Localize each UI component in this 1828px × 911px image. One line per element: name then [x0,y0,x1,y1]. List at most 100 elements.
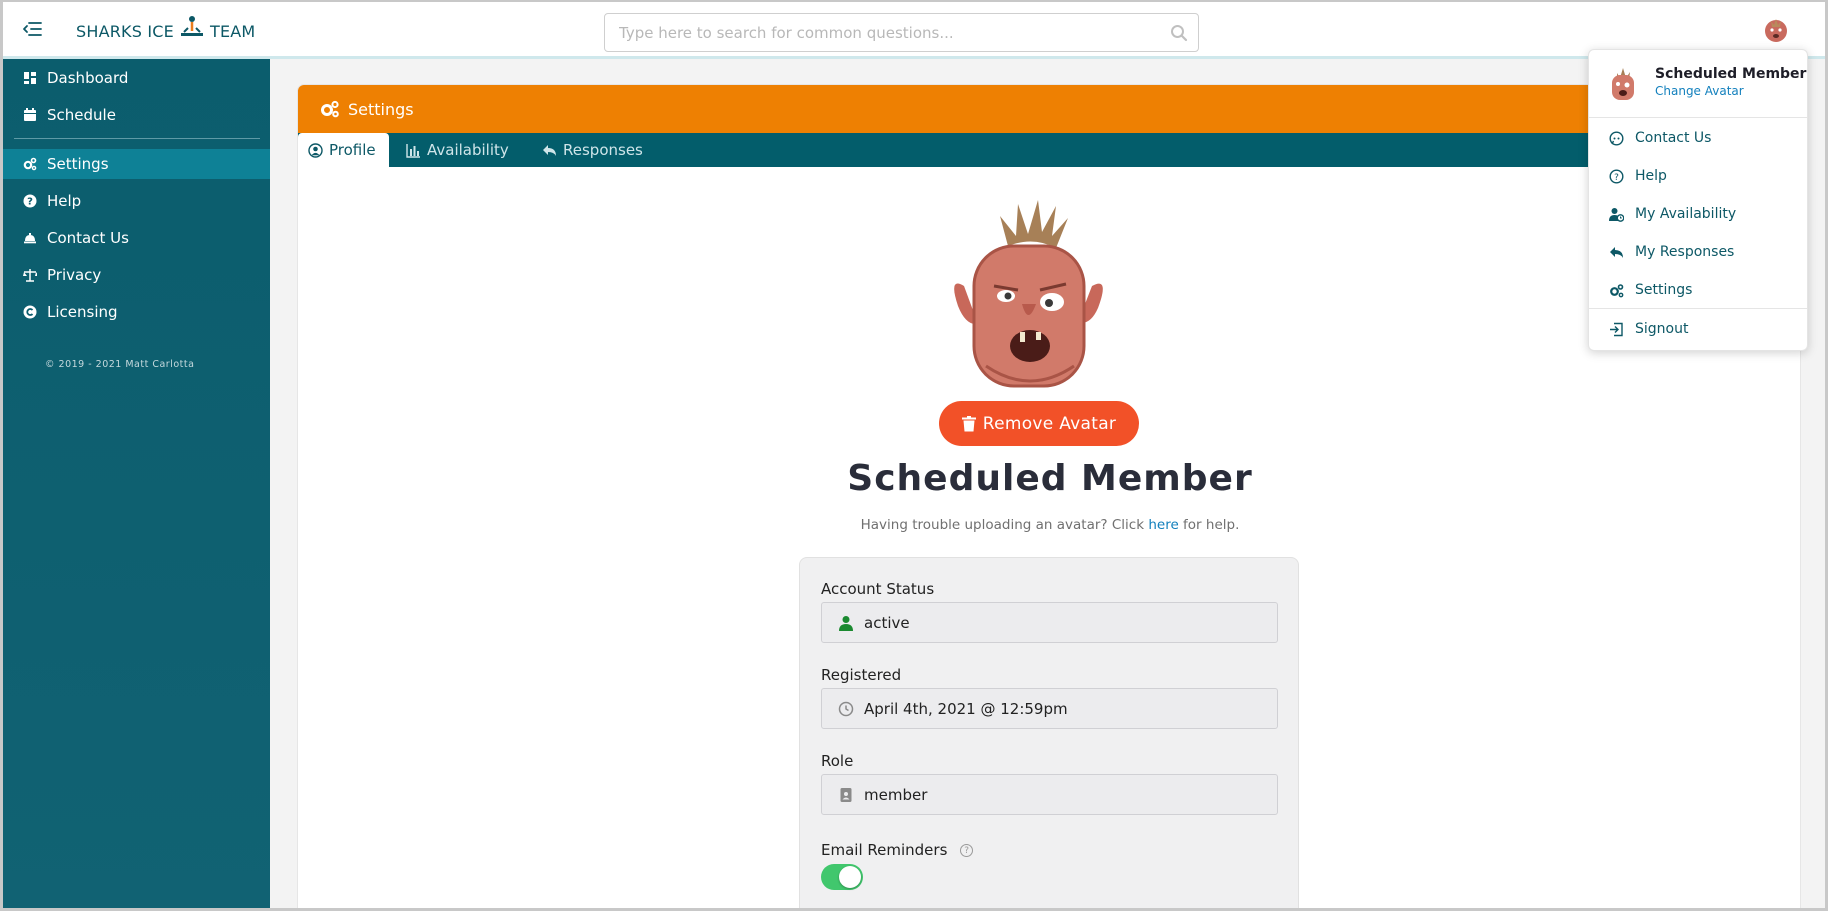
tab-availability[interactable]: Availability [406,133,509,167]
sidebar-divider [14,138,260,139]
dropdown-avatar [1612,68,1634,100]
copyright-icon [23,305,37,319]
trash-icon [961,415,976,431]
sidebar-item-label: Contact Us [47,229,129,247]
tab-label: Profile [329,141,376,159]
dropdown-divider [1589,117,1807,118]
settings-tabs: Profile Availability Responses [298,133,1800,167]
registered-label: Registered [821,666,902,684]
user-clock-icon [1609,207,1624,222]
search-bar [604,13,1199,52]
tab-responses[interactable]: Responses [542,133,643,167]
dropdown-user-name: Scheduled Member [1655,66,1807,82]
account-status-field: active [821,602,1278,643]
dropdown-item-my-responses[interactable]: My Responses [1589,237,1807,267]
bar-chart-icon [406,143,420,158]
gears-icon [1610,283,1624,297]
dropdown-item-my-availability[interactable]: My Availability [1589,199,1807,229]
user-circle-icon [308,142,323,158]
dropdown-item-label: Contact Us [1635,130,1712,146]
sidebar-item-dashboard[interactable]: Dashboard [3,63,270,93]
dropdown-divider [1589,308,1807,309]
tab-label: Availability [427,141,509,159]
registered-value: April 4th, 2021 @ 12:59pm [864,699,1068,718]
tab-profile[interactable]: Profile [298,133,389,167]
profile-avatar [954,200,1103,388]
reply-icon [1610,246,1623,258]
chat-icon [1609,130,1624,146]
email-reminders-label: Email Reminders ? [821,841,974,859]
sidebar-item-licensing[interactable]: Licensing [3,297,270,327]
toggle-knob [839,866,861,888]
question-circle-icon: ? [23,194,37,208]
svg-text:?: ? [1614,173,1619,183]
role-label: Role [821,752,854,770]
sidebar-item-label: Licensing [47,303,118,321]
change-avatar-link[interactable]: Change Avatar [1655,84,1744,98]
sidebar-item-label: Schedule [47,106,116,124]
reply-icon [543,144,556,156]
sidebar-item-contact-us[interactable]: Contact Us [3,223,270,253]
id-badge-icon [840,787,852,802]
dropdown-item-signout[interactable]: Signout [1589,314,1807,344]
dropdown-item-help[interactable]: ? Help [1589,161,1807,191]
sidebar-item-settings[interactable]: Settings [3,149,270,179]
dropdown-item-settings[interactable]: Settings [1589,275,1807,305]
dashboard-icon [24,72,36,84]
clock-icon [838,701,854,716]
sidebar-item-label: Privacy [47,266,102,284]
account-status-label: Account Status [821,580,935,598]
account-status-value: active [864,613,910,632]
email-reminders-toggle[interactable] [821,864,863,890]
dropdown-item-label: Signout [1635,321,1689,337]
hockey-logo-icon [180,16,203,36]
help-prefix: Having trouble uploading an avatar? Clic… [860,517,1145,533]
calendar-icon [24,108,36,121]
sidebar-item-label: Settings [47,155,109,173]
brand-text-left: SHARKS ICE [76,21,174,41]
signout-icon [1610,322,1623,336]
help-link[interactable]: here [1148,517,1178,533]
sidebar-item-schedule[interactable]: Schedule [3,100,270,130]
question-circle-icon[interactable]: ? [960,844,974,857]
account-dropdown: Scheduled Member Change Avatar Contact U… [1588,49,1808,351]
search-input[interactable] [619,14,1149,51]
top-header: SHARKS ICE TEAM [0,0,1828,59]
user-icon [839,615,853,631]
dropdown-item-label: Settings [1635,282,1693,298]
email-reminders-text: Email Reminders [821,841,948,859]
account-details-form: Account Status active Registered April 4… [799,557,1299,911]
card-title: Settings [348,99,414,119]
collapse-menu-icon[interactable] [22,20,42,38]
question-circle-icon: ? [1609,168,1624,184]
sidebar-item-label: Help [47,192,82,210]
balance-scale-icon [23,269,37,282]
sidebar-item-help[interactable]: ? Help [3,186,270,216]
avatar-help-text: Having trouble uploading an avatar? Clic… [800,517,1300,533]
profile-name: Scheduled Member [847,458,1253,499]
gears-icon [23,157,37,171]
role-value: member [864,785,928,804]
gears-icon [321,100,339,118]
tab-label: Responses [563,141,643,159]
card-header: Settings [298,85,1800,133]
help-suffix: for help. [1183,517,1240,533]
sidebar-item-privacy[interactable]: Privacy [3,260,270,290]
bell-icon [24,233,36,244]
sidebar-item-label: Dashboard [47,69,129,87]
dropdown-item-contact-us[interactable]: Contact Us [1589,123,1807,153]
dropdown-item-label: Help [1635,168,1667,184]
svg-text:?: ? [27,197,33,208]
remove-avatar-button[interactable]: Remove Avatar [939,401,1139,446]
role-field: member [821,774,1278,815]
dropdown-item-label: My Availability [1635,206,1737,222]
dropdown-item-label: My Responses [1635,244,1735,260]
remove-avatar-label: Remove Avatar [982,413,1117,434]
user-avatar[interactable] [1762,16,1790,44]
registered-field: April 4th, 2021 @ 12:59pm [821,688,1278,729]
sidebar: Dashboard Schedule Settings ? Help Conta… [3,59,270,911]
brand-text-right: TEAM [209,21,256,41]
search-icon[interactable] [1170,24,1188,42]
brand-logo[interactable]: SHARKS ICE TEAM [76,16,256,41]
copyright-text: © 2019 - 2021 Matt Carlotta [45,359,195,370]
